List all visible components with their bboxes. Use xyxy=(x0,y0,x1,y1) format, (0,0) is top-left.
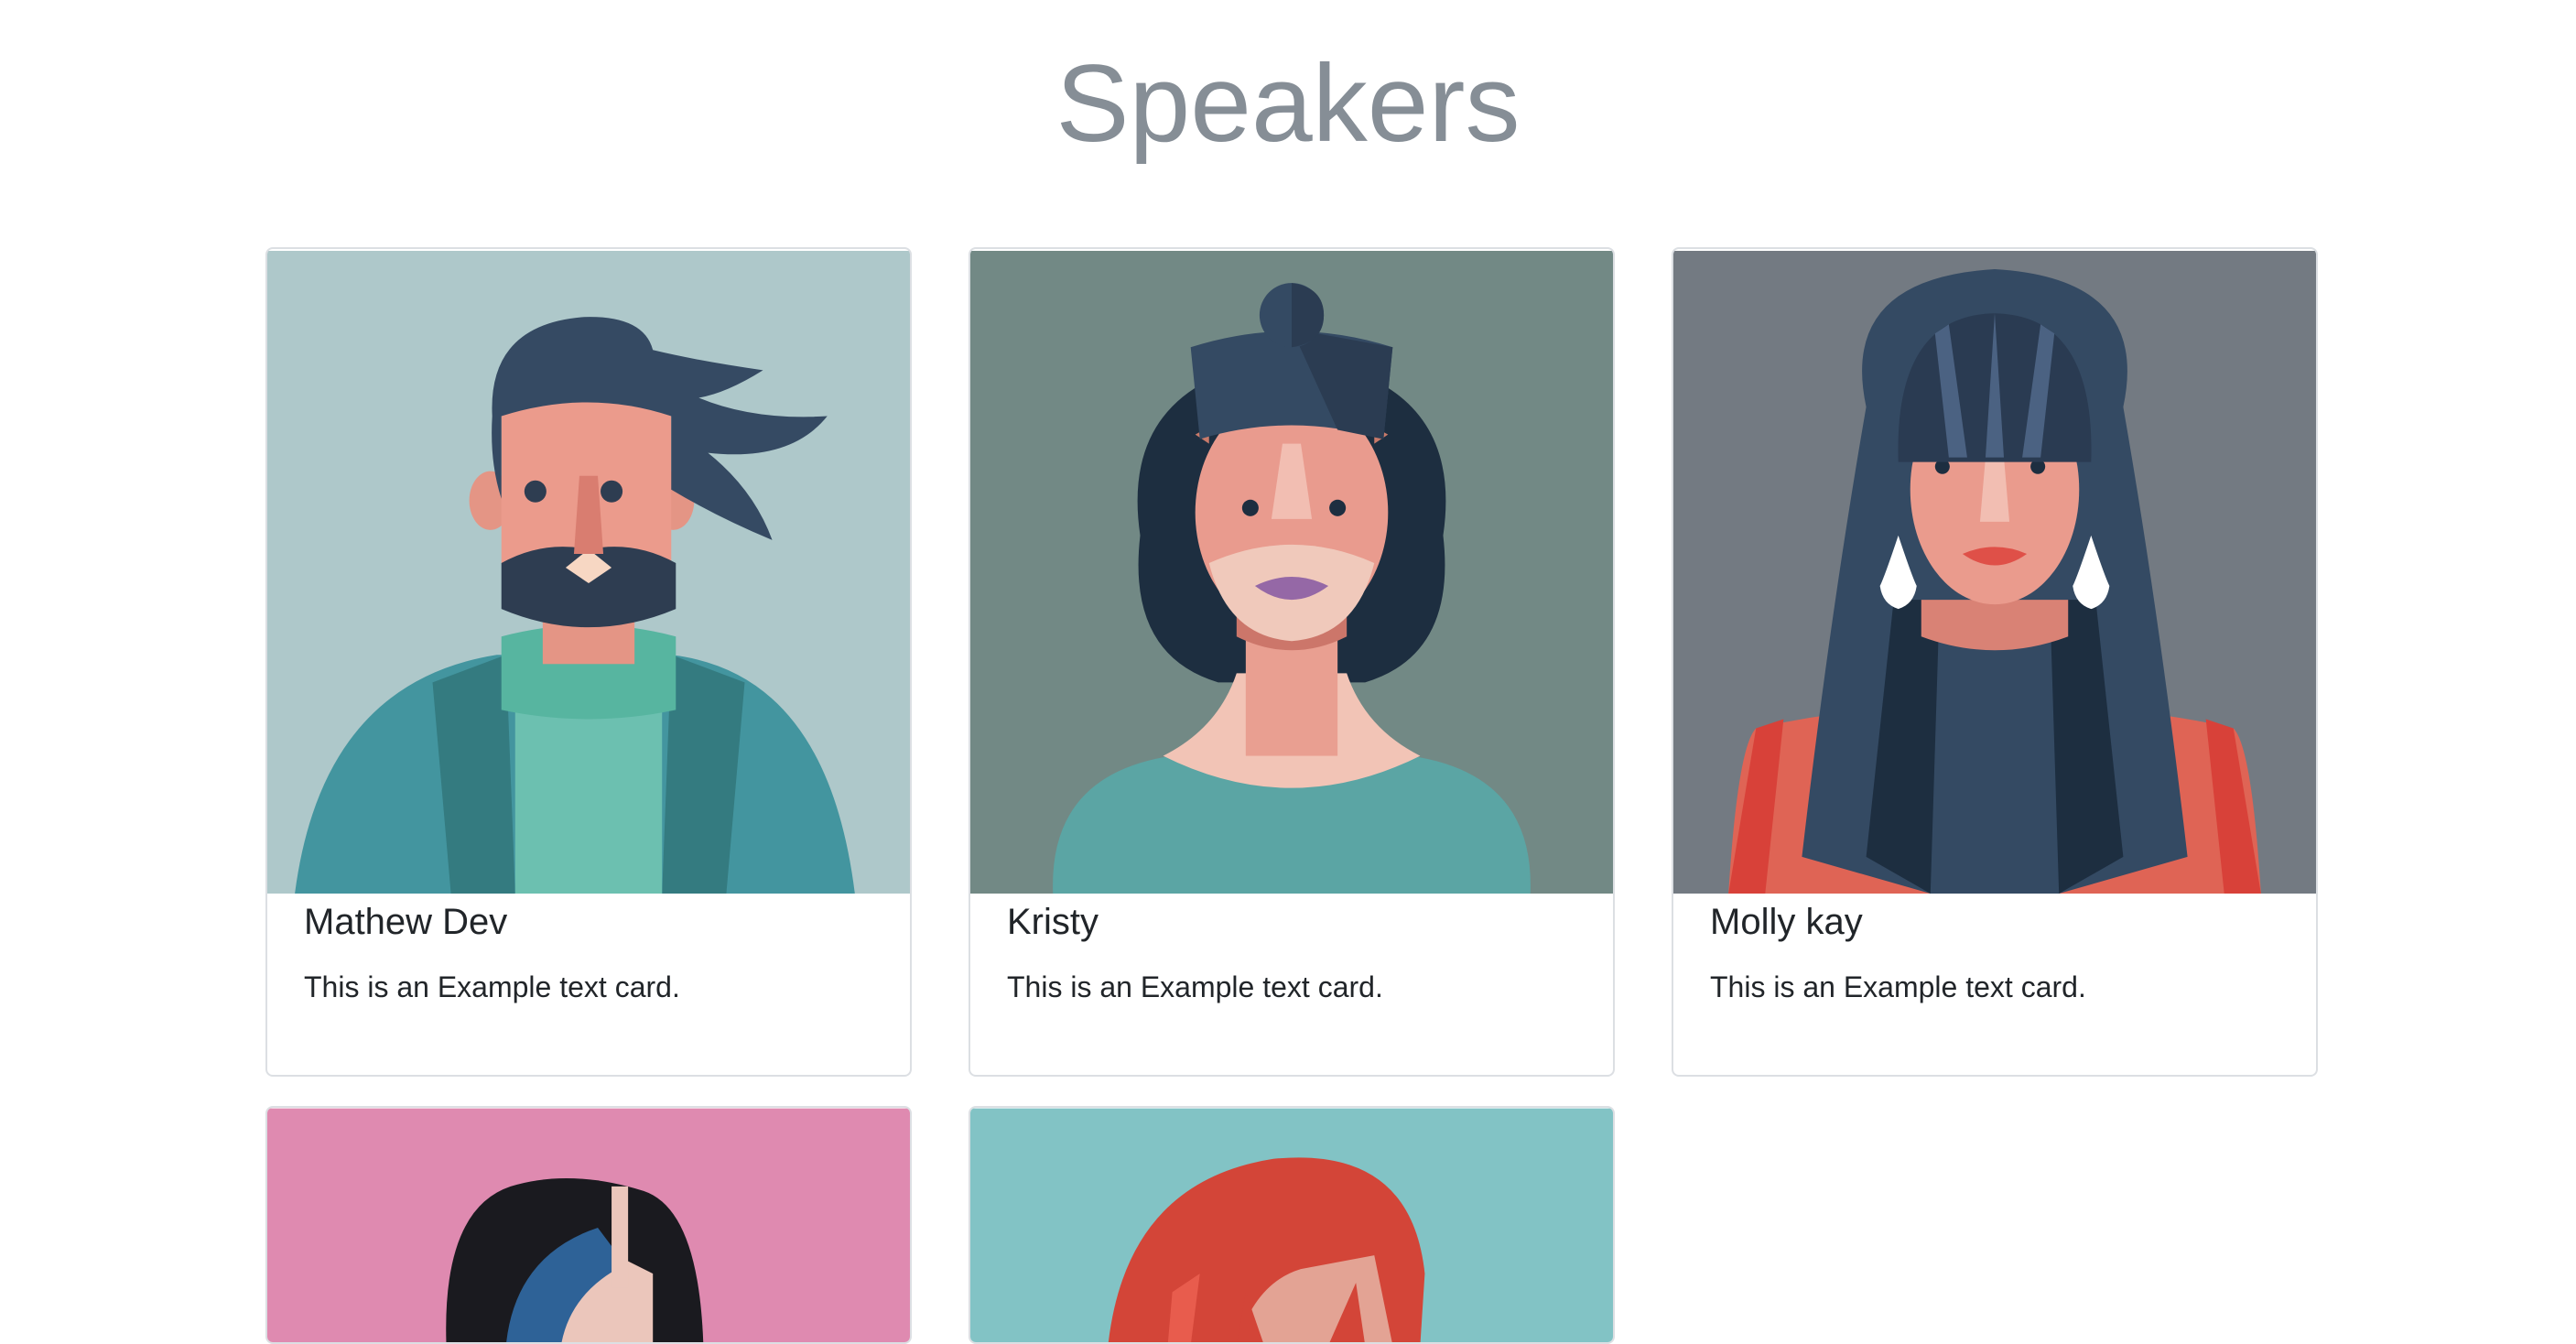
bearded-man-avatar-icon xyxy=(267,251,910,894)
speaker-avatar xyxy=(970,1108,1613,1342)
speaker-avatar xyxy=(267,1108,910,1342)
speaker-card[interactable]: Mathew Dev This is an Example text card. xyxy=(265,247,912,1077)
speaker-name: Mathew Dev xyxy=(304,902,508,942)
page-title: Speakers xyxy=(1055,42,1521,165)
speaker-card[interactable] xyxy=(969,1106,1615,1344)
speaker-avatar xyxy=(267,249,910,895)
speaker-card[interactable] xyxy=(265,1106,912,1344)
speaker-name: Kristy xyxy=(1007,902,1099,942)
speaker-avatar xyxy=(970,249,1613,895)
speaker-name: Molly kay xyxy=(1710,902,1863,942)
woman-long-hair-avatar-icon xyxy=(1673,251,2316,894)
speaker-card[interactable]: Kristy This is an Example text card. xyxy=(969,247,1615,1077)
speaker-card[interactable]: Molly kay This is an Example text card. xyxy=(1672,247,2318,1077)
red-hair-person-avatar-icon xyxy=(970,1108,1613,1342)
speaker-description: This is an Example text card. xyxy=(1007,970,1383,1003)
woman-hair-bun-avatar-icon xyxy=(970,251,1613,894)
speaker-avatar xyxy=(1673,249,2316,895)
speaker-description: This is an Example text card. xyxy=(304,970,680,1003)
speaker-description: This is an Example text card. xyxy=(1710,970,2086,1003)
dark-hair-person-avatar-icon xyxy=(267,1108,910,1342)
